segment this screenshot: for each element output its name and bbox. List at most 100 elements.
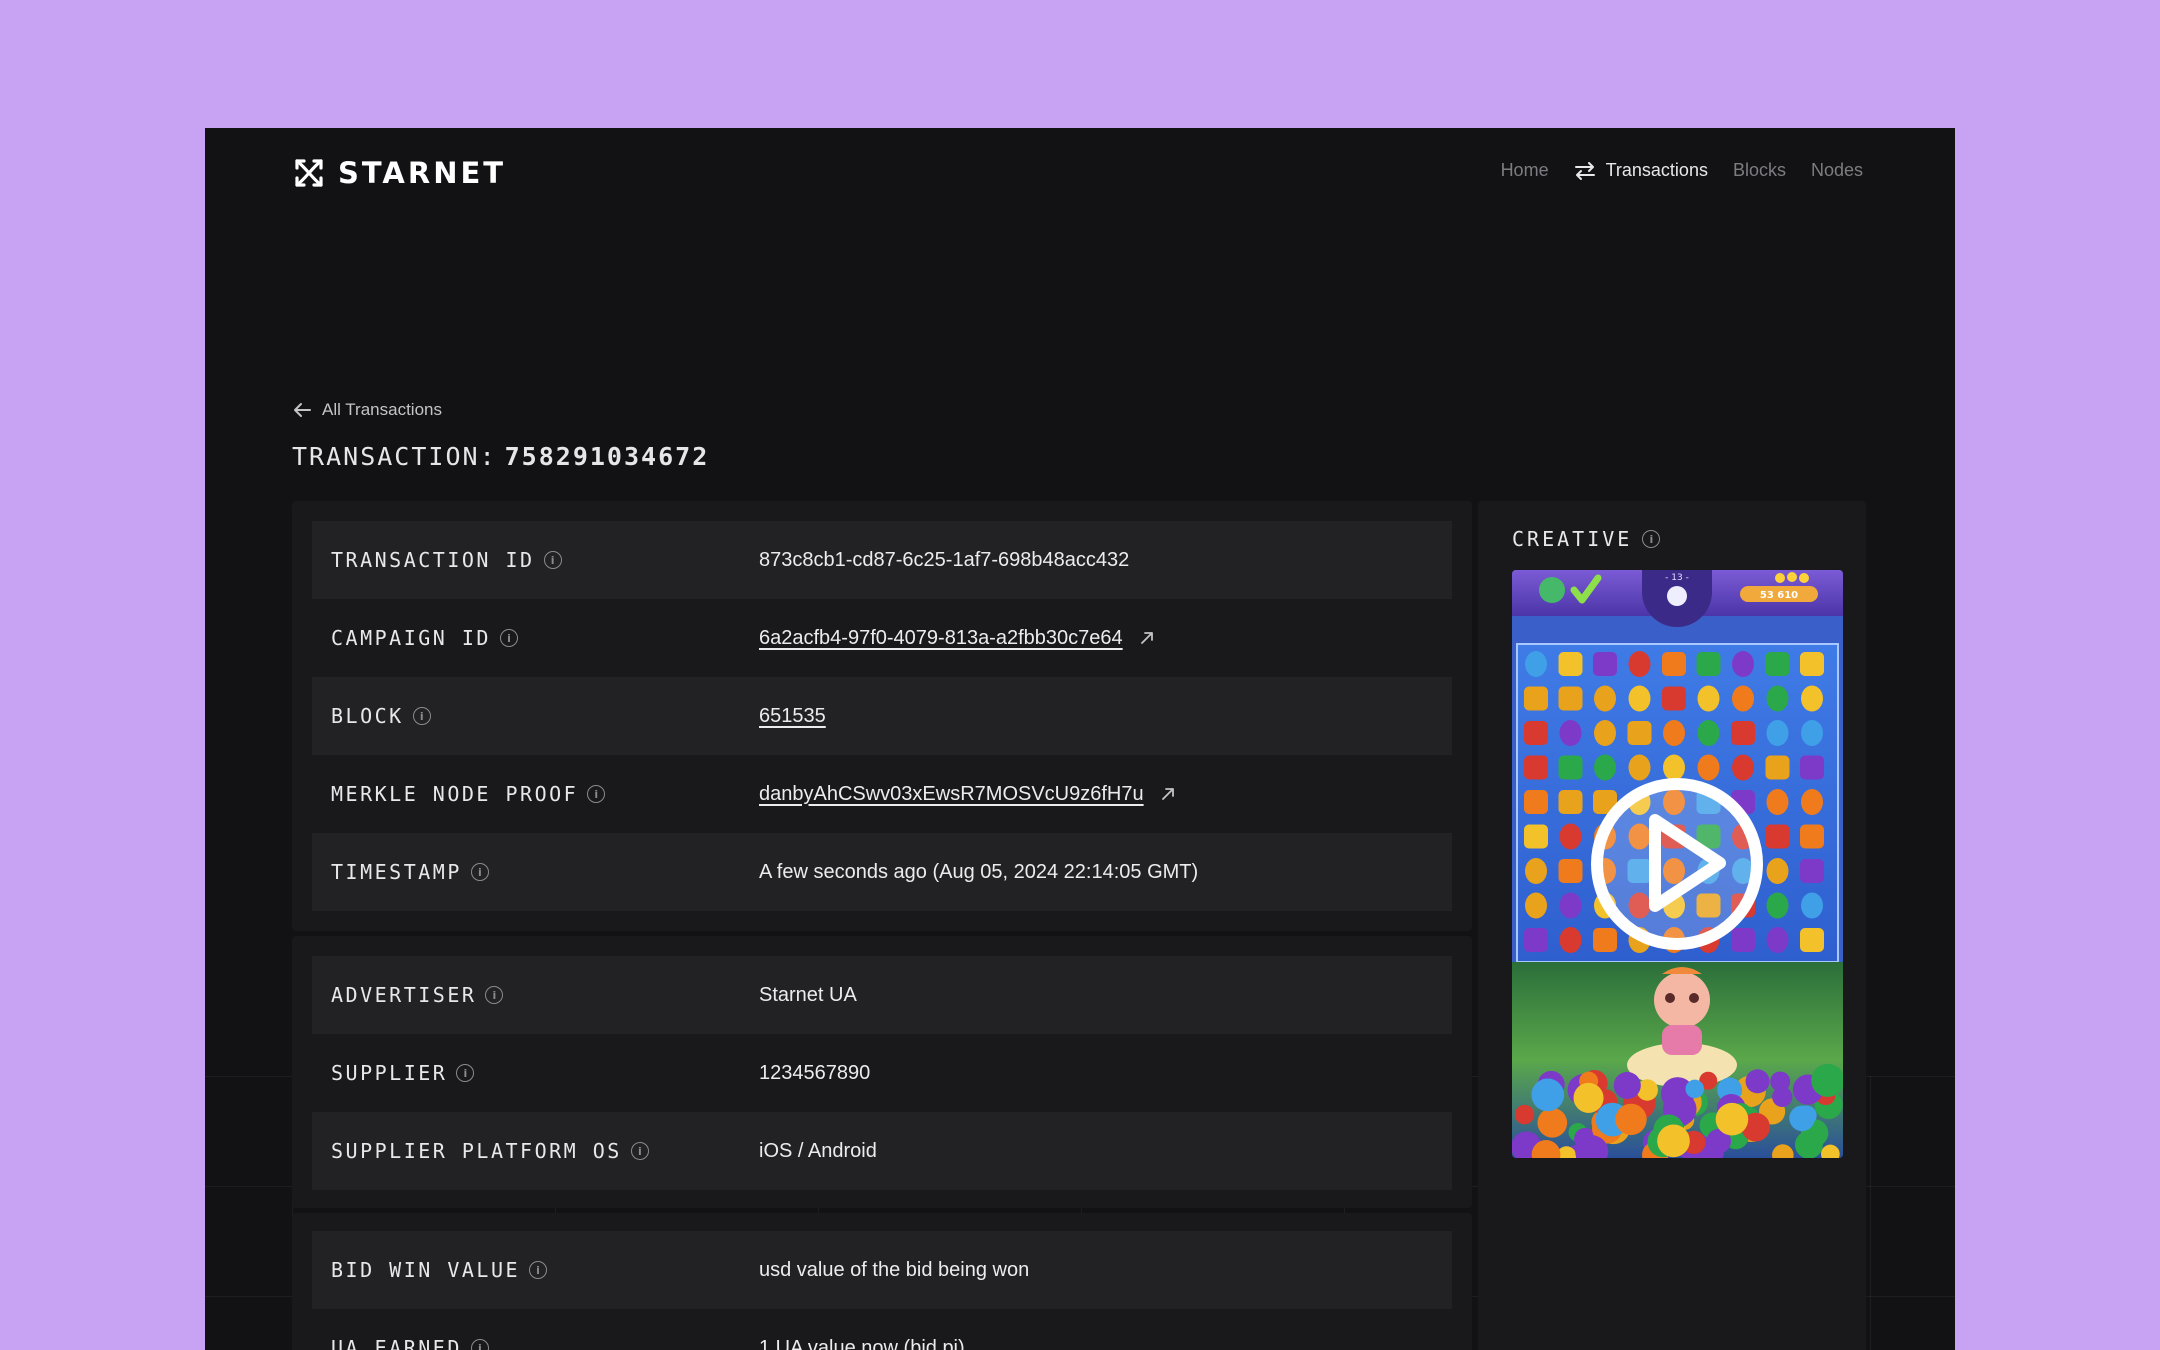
transaction-details: TRANSACTION ID i 873c8cb1-cd87-6c25-1af7…: [292, 373, 1472, 1350]
candy: [1559, 720, 1582, 746]
detail-row-bid-win-value: BID WIN VALUE i usd value of the bid bei…: [312, 1231, 1452, 1309]
candy: [1558, 790, 1583, 814]
hud-candy: [1539, 577, 1565, 603]
detail-label-text: UA EARNED: [331, 1336, 462, 1350]
candy: [1593, 928, 1617, 952]
info-icon[interactable]: i: [456, 1064, 475, 1082]
candy: [1594, 754, 1616, 781]
candy: [1559, 892, 1582, 919]
detail-label-text: SUPPLIER: [331, 1061, 448, 1085]
detail-label-text: SUPPLIER PLATFORM OS: [331, 1139, 622, 1163]
candy: [1524, 755, 1548, 780]
candy: [1800, 652, 1824, 676]
block-link[interactable]: 651535: [759, 705, 826, 728]
info-icon[interactable]: i: [529, 1261, 548, 1279]
candy: [1594, 685, 1616, 712]
candy: [1628, 754, 1651, 781]
detail-label: MERKLE NODE PROOF i: [331, 782, 606, 806]
candy: [1628, 685, 1651, 712]
pile-candy: [1794, 1130, 1823, 1158]
info-icon[interactable]: i: [630, 1142, 649, 1160]
candy: [1558, 652, 1583, 676]
candy: [1732, 651, 1754, 677]
candy: [1696, 652, 1721, 676]
candy: [1524, 686, 1548, 711]
detail-row-supplier-platform-os: SUPPLIER PLATFORM OS i iOS / Android: [312, 1112, 1452, 1190]
candy: [1593, 652, 1617, 676]
pile-candy: [1685, 1079, 1705, 1099]
detail-label-text: BLOCK: [331, 704, 404, 728]
nav-item-label: Transactions: [1605, 160, 1708, 180]
info-icon[interactable]: i: [470, 863, 489, 881]
candy: [1558, 755, 1583, 780]
detail-label: BID WIN VALUE i: [331, 1258, 548, 1282]
candy: [1662, 686, 1686, 711]
candy: [1558, 859, 1583, 883]
pile-candy: [1657, 1124, 1690, 1158]
nav-item-transactions[interactable]: Transactions: [1574, 160, 1708, 181]
merkle-proof-link[interactable]: danbyAhCSwv03xEwsR7MOSVcU9z6fH7u: [759, 783, 1144, 806]
candy: [1627, 721, 1652, 745]
hud-timer: [1667, 586, 1687, 606]
transaction-id-value: 873c8cb1-cd87-6c25-1af7-698b48acc432: [759, 548, 1130, 571]
candy: [1766, 892, 1789, 919]
campaign-id-link[interactable]: 6a2acfb4-97f0-4079-813a-a2fbb30c7e64: [759, 627, 1123, 650]
info-icon[interactable]: i: [1642, 530, 1661, 548]
timestamp-value: A few seconds ago (Aug 05, 2024 22:14:05…: [759, 860, 1199, 883]
creative-video-preview[interactable]: - 13 - 53 610: [1512, 570, 1843, 1158]
external-link-icon[interactable]: [1139, 630, 1155, 646]
info-icon[interactable]: i: [412, 707, 431, 725]
candy: [1800, 928, 1824, 952]
detail-value: A few seconds ago (Aug 05, 2024 22:14:05…: [759, 861, 1198, 884]
detail-row-merkle-node-proof: MERKLE NODE PROOF i danbyAhCSwv03xEwsR7M…: [312, 755, 1452, 833]
arrows-swap-icon: [1574, 161, 1595, 180]
ua-earned-value: 1 UA value now (bid pi): [759, 1336, 965, 1350]
candy: [1559, 823, 1582, 850]
detail-value: usd value of the bid being won: [759, 1259, 1029, 1282]
detail-label-text: TRANSACTION ID: [331, 548, 535, 572]
detail-label-text: CAMPAIGN ID: [331, 626, 491, 650]
candy: [1524, 824, 1548, 849]
info-icon[interactable]: i: [485, 986, 504, 1004]
candy: [1559, 927, 1582, 953]
info-icon[interactable]: i: [470, 1339, 489, 1350]
nav-item-nodes[interactable]: Nodes: [1811, 160, 1863, 181]
detail-value: 873c8cb1-cd87-6c25-1af7-698b48acc432: [759, 549, 1129, 572]
info-icon[interactable]: i: [587, 785, 606, 803]
candy: [1801, 720, 1823, 746]
candy: [1766, 685, 1789, 712]
nav-item-home[interactable]: Home: [1501, 160, 1549, 181]
play-button-ring: [1591, 778, 1763, 950]
candy: [1766, 927, 1789, 953]
detail-label: UA EARNED i: [331, 1336, 489, 1350]
game-screenshot: - 13 - 53 610: [1512, 570, 1843, 1158]
detail-value: 1234567890: [759, 1062, 870, 1085]
candy: [1766, 858, 1789, 884]
brand-logo[interactable]: STARNET: [292, 156, 506, 190]
character-body: [1662, 1025, 1702, 1055]
candy: [1800, 824, 1824, 849]
candy: [1766, 720, 1789, 746]
starnet-logo-icon: [295, 159, 323, 187]
hud-score-text: 53 610: [1760, 590, 1798, 601]
creative-title-text: CREATIVE: [1512, 527, 1633, 551]
detail-label: ADVERTISER i: [331, 983, 504, 1007]
info-icon[interactable]: i: [543, 551, 562, 569]
candy: [1765, 652, 1790, 676]
character-head: [1654, 972, 1710, 1028]
detail-label-text: MERKLE NODE PROOF: [331, 782, 579, 806]
nav-item-blocks[interactable]: Blocks: [1733, 160, 1786, 181]
info-icon[interactable]: i: [499, 629, 518, 647]
detail-value: 6a2acfb4-97f0-4079-813a-a2fbb30c7e64: [759, 627, 1155, 650]
candy: [1732, 754, 1754, 781]
candy: [1800, 755, 1824, 780]
candy: [1525, 858, 1547, 884]
details-section-value: BID WIN VALUE i usd value of the bid bei…: [292, 1213, 1472, 1350]
pile-candy: [1573, 1082, 1604, 1113]
detail-label-text: BID WIN VALUE: [331, 1258, 521, 1282]
candy: [1524, 721, 1548, 745]
brand-name: STARNET: [338, 156, 507, 190]
external-link-icon[interactable]: [1160, 786, 1176, 802]
detail-row-transaction-id: TRANSACTION ID i 873c8cb1-cd87-6c25-1af7…: [312, 521, 1452, 599]
details-section-parties: ADVERTISER i Starnet UA SUPPLIER i 12345…: [292, 936, 1472, 1208]
